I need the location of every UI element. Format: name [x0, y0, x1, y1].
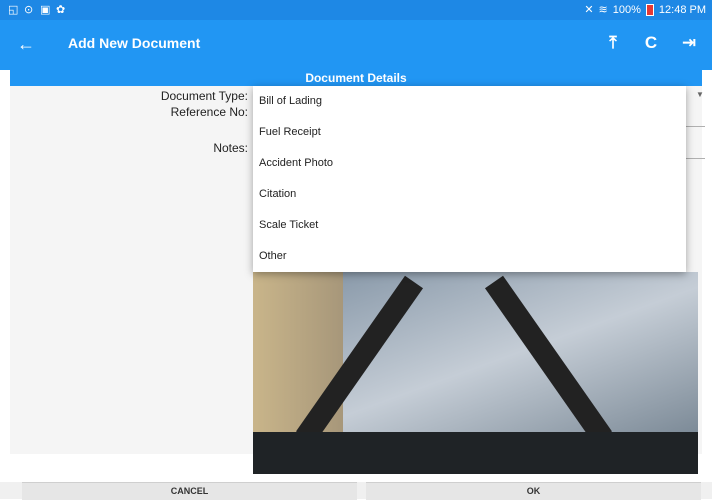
bluetooth-icon: ✿ [56, 4, 66, 16]
upload-document-icon[interactable]: ⤒ [602, 32, 624, 54]
bottom-bar: CANCEL OK [0, 482, 712, 500]
battery-percent: 100% [612, 3, 641, 16]
wifi-icon: ≋ [598, 4, 608, 16]
status-right: ✕ ≋ 100% 12:48 PM [584, 3, 706, 16]
reference-no-label: Reference No: [170, 105, 248, 119]
logout-icon[interactable]: ⇥ [678, 32, 700, 54]
battery-icon [645, 3, 654, 16]
document-type-caret-icon[interactable]: ▼ [696, 90, 704, 99]
app-bar-actions: ⤒ C ⇥ [602, 32, 700, 54]
clock: 12:48 PM [658, 3, 706, 16]
refresh-icon[interactable]: C [640, 32, 662, 54]
section-title: Document Details [10, 70, 702, 86]
dropdown-option-fuel-receipt[interactable]: Fuel Receipt [253, 117, 686, 148]
page-title: Add New Document [68, 35, 201, 51]
status-bar: ◱ ⊙ ▣ ✿ ✕ ≋ 100% 12:48 PM [0, 0, 712, 20]
dropdown-option-other[interactable]: Other [253, 241, 686, 272]
signal-icon: ✕ [584, 4, 594, 16]
app-bar: ← Add New Document ⤒ C ⇥ [0, 20, 712, 70]
document-photo [253, 272, 698, 474]
image-notification-icon: ▣ [40, 4, 51, 16]
cancel-button[interactable]: CANCEL [22, 482, 357, 500]
app-notification-icon: ◱ [8, 4, 19, 16]
location-icon: ⊙ [24, 4, 34, 16]
dropdown-option-bill-of-lading[interactable]: Bill of Lading [253, 86, 686, 117]
dropdown-option-scale-ticket[interactable]: Scale Ticket [253, 210, 686, 241]
notes-label: Notes: [213, 141, 248, 155]
status-icons: ◱ ⊙ ▣ ✿ [8, 3, 66, 16]
document-type-label: Document Type: [160, 89, 248, 103]
dropdown-option-citation[interactable]: Citation [253, 179, 686, 210]
back-arrow-icon[interactable]: ← [14, 32, 38, 56]
ok-button[interactable]: OK [366, 482, 701, 500]
dropdown-option-accident-photo[interactable]: Accident Photo [253, 148, 686, 179]
document-type-dropdown: Bill of Lading Fuel Receipt Accident Pho… [253, 86, 686, 272]
